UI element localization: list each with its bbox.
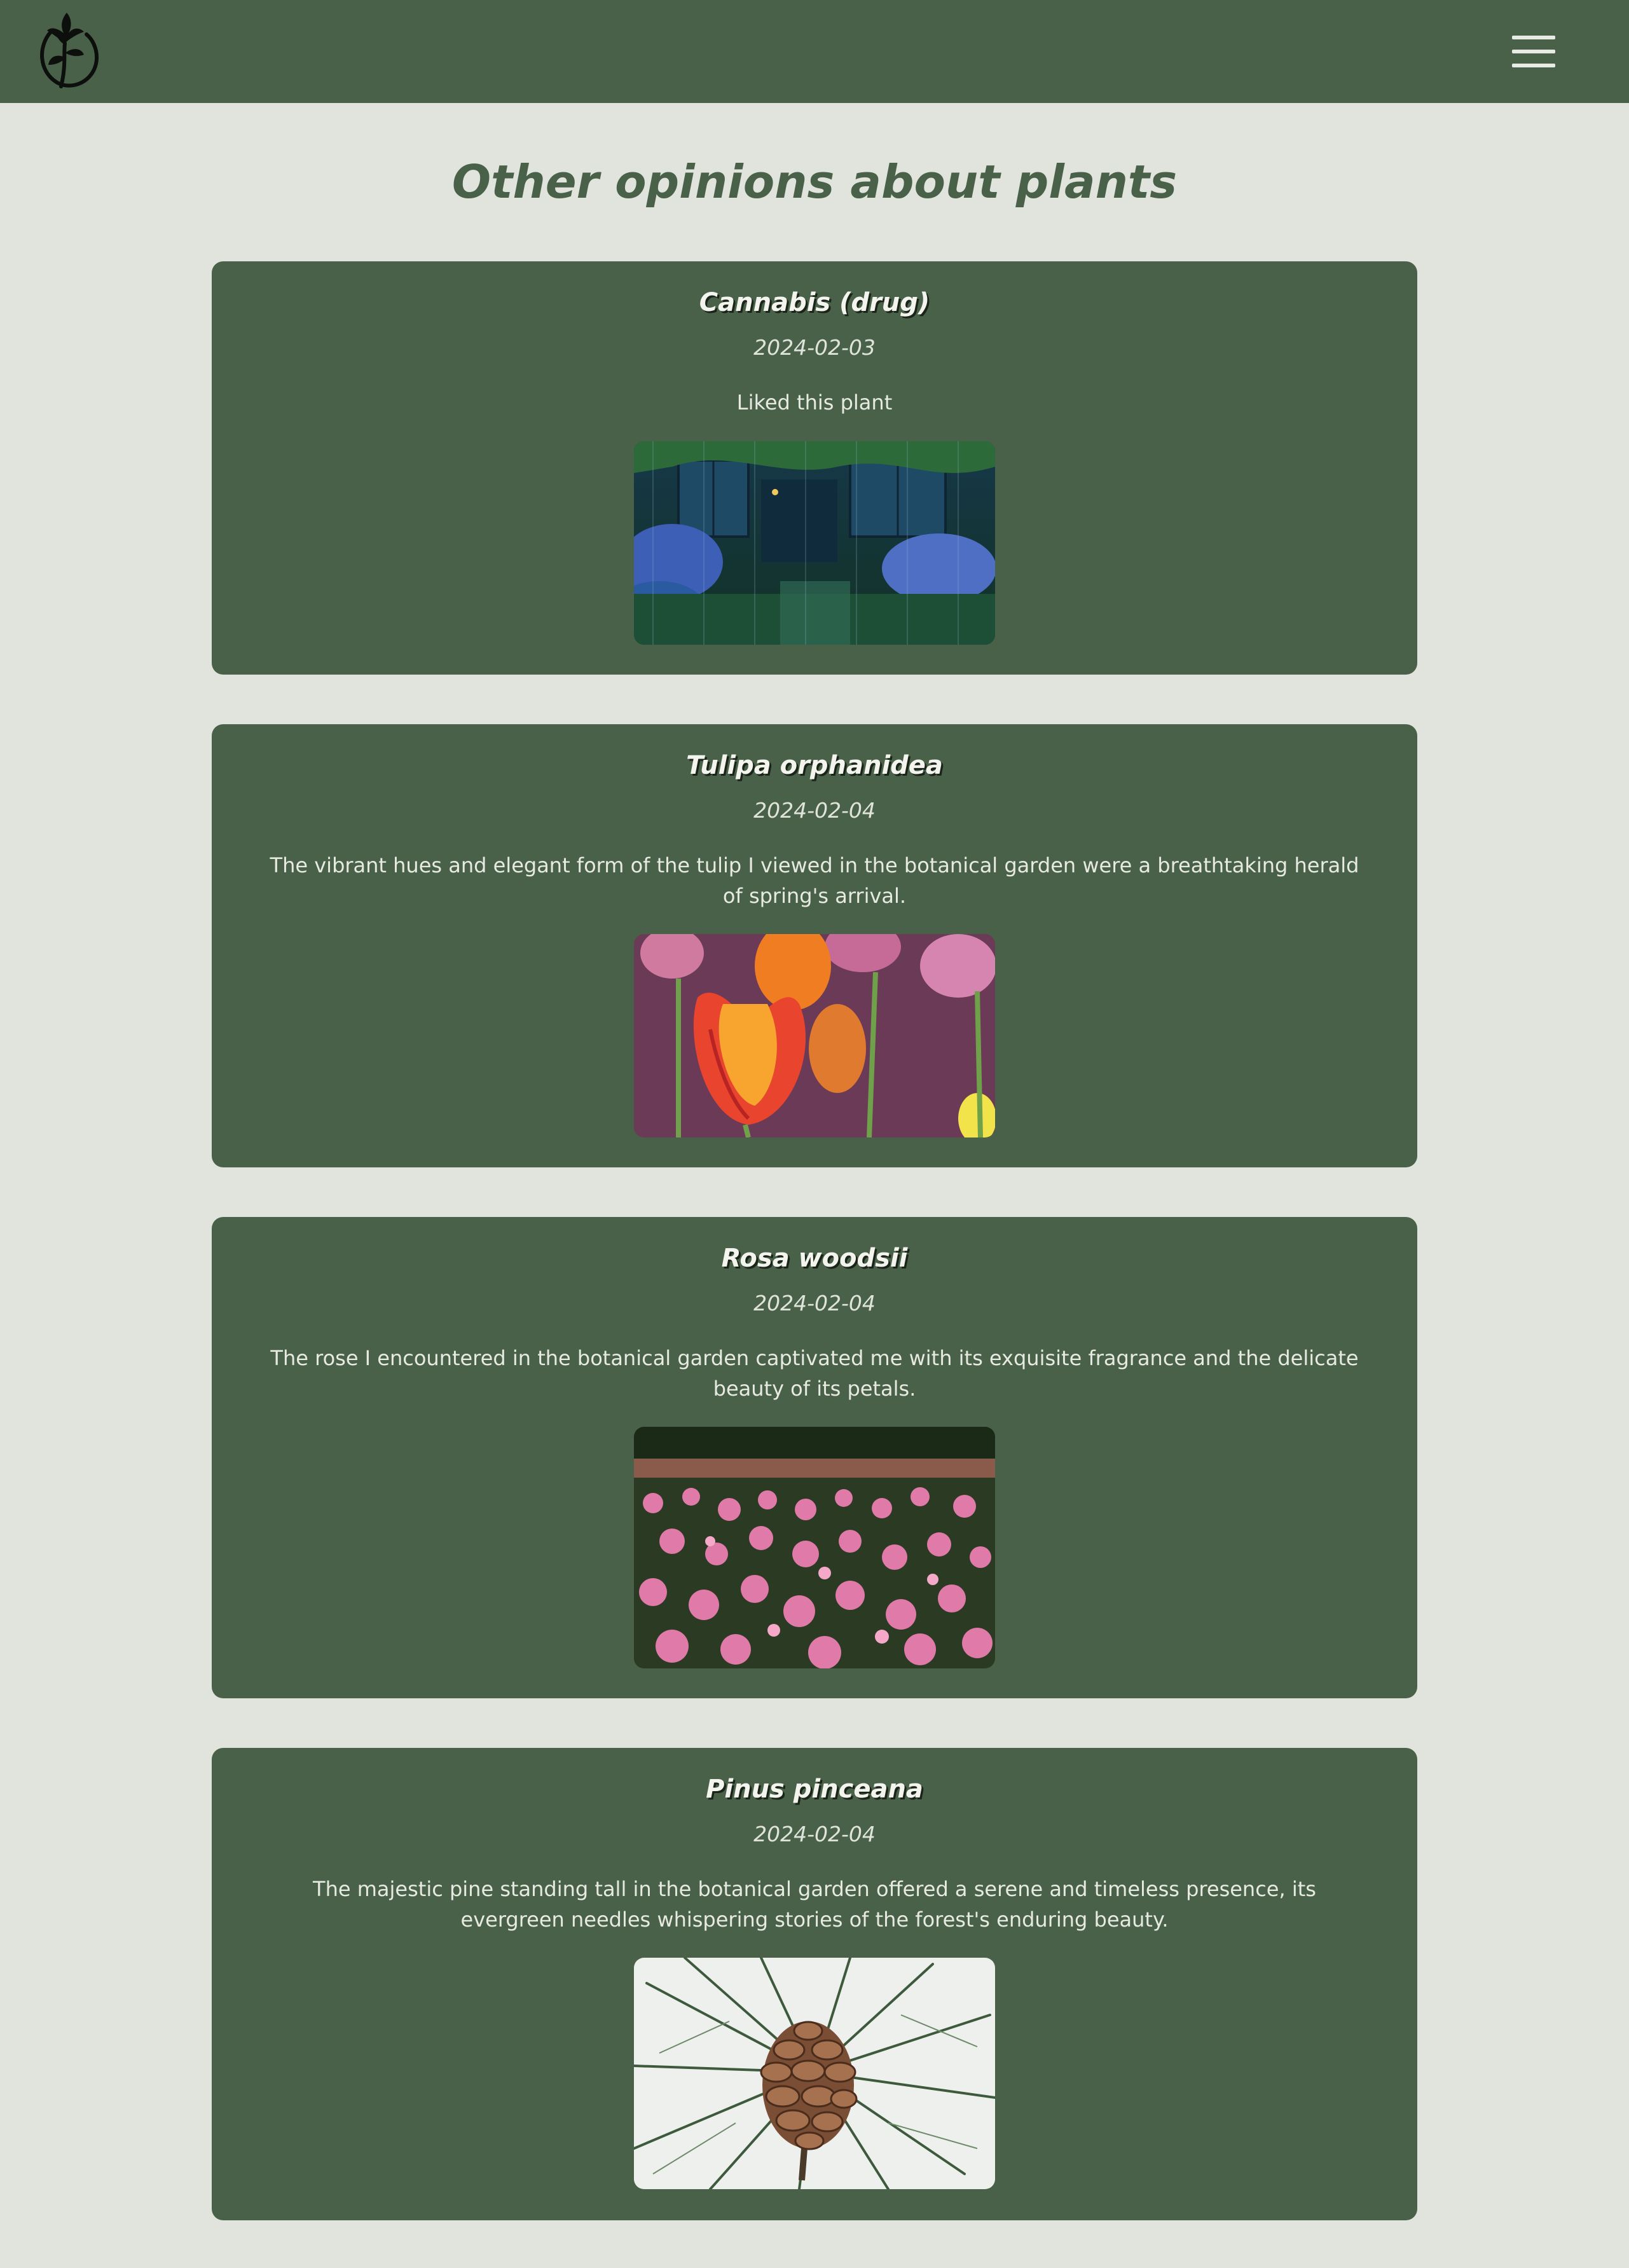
opinion-date: 2024-02-03 bbox=[753, 335, 876, 360]
rainy-garden-house-image bbox=[634, 441, 995, 645]
opinion-date: 2024-02-04 bbox=[753, 1822, 876, 1846]
lily-flower-logo-icon[interactable] bbox=[32, 8, 102, 92]
plant-name: Tulipa orphanidea bbox=[686, 751, 943, 780]
hamburger-menu-icon[interactable] bbox=[1512, 36, 1555, 67]
page-title: Other opinions about plants bbox=[451, 155, 1178, 209]
opinion-text: The majestic pine standing tall in the b… bbox=[313, 1877, 1316, 1932]
opinion-date: 2024-02-04 bbox=[753, 1291, 876, 1316]
tulips-image bbox=[634, 934, 995, 1137]
opinion-card: Cannabis (drug) 2024-02-03 Liked this pl… bbox=[212, 261, 1417, 675]
opinion-date: 2024-02-04 bbox=[753, 798, 876, 823]
plant-name: Cannabis (drug) bbox=[699, 288, 930, 317]
plant-name: Rosa woodsii bbox=[721, 1244, 908, 1273]
pine-cone-image bbox=[634, 1958, 995, 2189]
opinion-text: The vibrant hues and elegant form of the… bbox=[270, 853, 1359, 908]
top-navigation-bar bbox=[0, 0, 1629, 103]
plant-name: Pinus pinceana bbox=[706, 1775, 923, 1804]
opinion-card: Tulipa orphanidea 2024-02-04 The vibrant… bbox=[212, 724, 1417, 1167]
rose-field-image bbox=[634, 1427, 995, 1668]
opinion-text: The rose I encountered in the botanical … bbox=[270, 1346, 1359, 1401]
opinion-card: Rosa woodsii 2024-02-04 The rose I encou… bbox=[212, 1217, 1417, 1698]
opinion-card: Pinus pinceana 2024-02-04 The majestic p… bbox=[212, 1748, 1417, 2220]
opinion-text: Liked this plant bbox=[736, 390, 893, 415]
